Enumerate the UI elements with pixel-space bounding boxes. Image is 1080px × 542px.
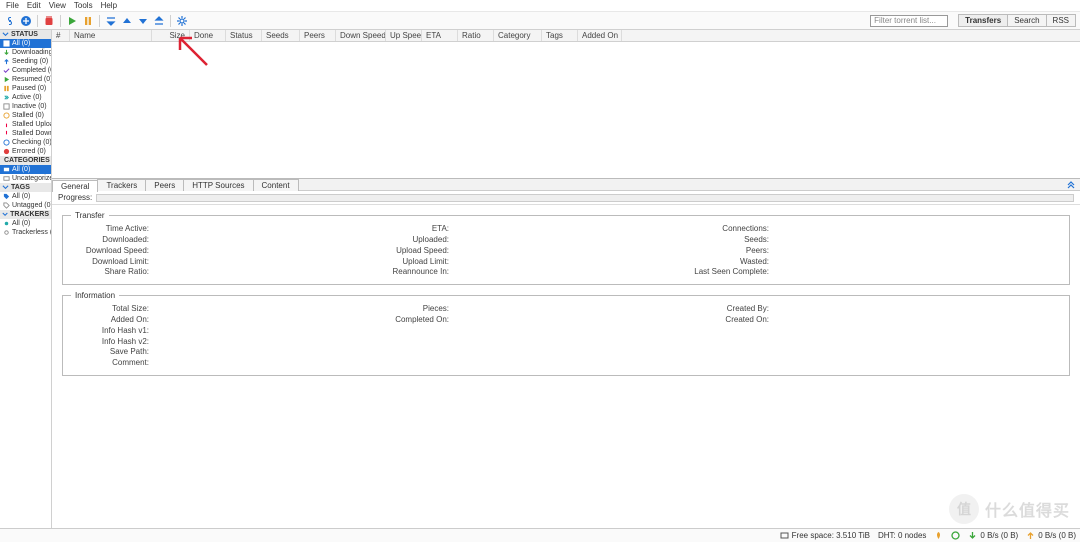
col-added[interactable]: Added On [578,30,622,41]
separator [99,15,100,27]
sidebar-status-header[interactable]: STATUS [0,30,51,39]
move-down-button[interactable] [137,15,149,27]
sidebar-status-checking[interactable]: Checking (0) [0,138,51,147]
transfer-fieldset: Transfer Time Active:ETA:Connections: Do… [62,211,1070,285]
sidebar-status-errored[interactable]: Errored (0) [0,147,51,156]
col-eta[interactable]: ETA [422,30,458,41]
sidebar-status-paused[interactable]: Paused (0) [0,84,51,93]
settings-button[interactable] [176,15,188,27]
move-top-button[interactable] [105,15,117,27]
status-down-speed: 0 B/s (0 B) [968,531,1018,540]
tab-rss[interactable]: RSS [1047,14,1076,27]
torrent-list[interactable] [52,42,1080,178]
resume-button[interactable] [66,15,78,27]
col-status[interactable]: Status [226,30,262,41]
sidebar-status-stalled[interactable]: Stalled (0) [0,111,51,120]
detail-panel: General Trackers Peers HTTP Sources Cont… [52,178,1080,392]
sidebar-status-seeding[interactable]: Seeding (0) [0,57,51,66]
col-tags[interactable]: Tags [542,30,578,41]
sidebar-tags-header[interactable]: TAGS [0,183,51,192]
download-icon [968,531,977,540]
table-header: # Name Size Done Status Seeds Peers Down… [52,30,1080,42]
status-firewall-icon [934,531,943,540]
detail-tab-content[interactable]: Content [253,179,299,191]
separator [170,15,171,27]
sidebar-status-stalled-dn[interactable]: Stalled Downloading (0) [0,129,51,138]
pause-button[interactable] [82,15,94,27]
sidebar-categories-all[interactable]: All (0) [0,165,51,174]
detail-tab-peers[interactable]: Peers [145,179,184,191]
tab-transfers[interactable]: Transfers [958,14,1008,27]
move-up-button[interactable] [121,15,133,27]
col-size[interactable]: Size [152,30,190,41]
tab-search[interactable]: Search [1008,14,1046,27]
col-num[interactable]: # [52,30,70,41]
status-dht: DHT: 0 nodes [878,531,926,540]
disk-icon [780,531,789,540]
col-seeds[interactable]: Seeds [262,30,300,41]
delete-button[interactable] [43,15,55,27]
col-peers[interactable]: Peers [300,30,336,41]
sidebar-trackers-none[interactable]: Trackerless (0) [0,228,51,237]
col-up[interactable]: Up Speed [386,30,422,41]
separator [60,15,61,27]
sidebar-categories-header[interactable]: CATEGORIES [0,156,51,165]
sidebar-tags-untagged[interactable]: Untagged (0) [0,201,51,210]
col-cat[interactable]: Category [494,30,542,41]
col-down[interactable]: Down Speed [336,30,386,41]
sidebar-categories-uncat[interactable]: Uncategorized (0) [0,174,51,183]
col-ratio[interactable]: Ratio [458,30,494,41]
menu-bar: File Edit View Tools Help [0,0,1080,12]
progress-label: Progress: [58,193,92,202]
sidebar: STATUS All (0) Downloading (0) Seeding (… [0,30,52,528]
detail-tab-http[interactable]: HTTP Sources [183,179,253,191]
sidebar-status-inactive[interactable]: Inactive (0) [0,102,51,111]
add-torrent-button[interactable] [20,15,32,27]
sidebar-tags-all[interactable]: All (0) [0,192,51,201]
sidebar-status-downloading[interactable]: Downloading (0) [0,48,51,57]
search-input[interactable]: Filter torrent list... [870,15,948,27]
sidebar-status-active[interactable]: Active (0) [0,93,51,102]
add-link-button[interactable] [4,15,16,27]
col-done[interactable]: Done [190,30,226,41]
detail-tab-general[interactable]: General [52,180,98,192]
transfer-legend: Transfer [71,211,109,220]
status-bar: Free space: 3.510 TiB DHT: 0 nodes 0 B/s… [0,528,1080,542]
toolbar: Filter torrent list... Transfers Search … [0,12,1080,30]
status-altspeed-icon[interactable] [951,531,960,540]
sidebar-status-stalled-up[interactable]: Stalled Uploading (0) [0,120,51,129]
info-legend: Information [71,291,119,300]
menu-edit[interactable]: Edit [27,1,41,10]
right-tabs: Transfers Search RSS [958,14,1076,27]
sidebar-status-completed[interactable]: Completed (0) [0,66,51,75]
menu-tools[interactable]: Tools [74,1,93,10]
progress-bar [96,194,1074,202]
col-name[interactable]: Name [70,30,152,41]
sidebar-status-all[interactable]: All (0) [0,39,51,48]
sidebar-trackers-header[interactable]: TRACKERS [0,210,51,219]
menu-view[interactable]: View [49,1,66,10]
sidebar-status-resumed[interactable]: Resumed (0) [0,75,51,84]
move-bottom-button[interactable] [153,15,165,27]
status-free-space: Free space: 3.510 TiB [780,531,870,540]
separator [37,15,38,27]
menu-help[interactable]: Help [101,1,117,10]
sidebar-trackers-all[interactable]: All (0) [0,219,51,228]
status-up-speed: 0 B/s (0 B) [1026,531,1076,540]
info-fieldset: Information Total Size:Pieces:Created By… [62,291,1070,376]
upload-icon [1026,531,1035,540]
expand-icon[interactable] [1066,180,1076,190]
detail-tab-trackers[interactable]: Trackers [97,179,146,191]
menu-file[interactable]: File [6,1,19,10]
